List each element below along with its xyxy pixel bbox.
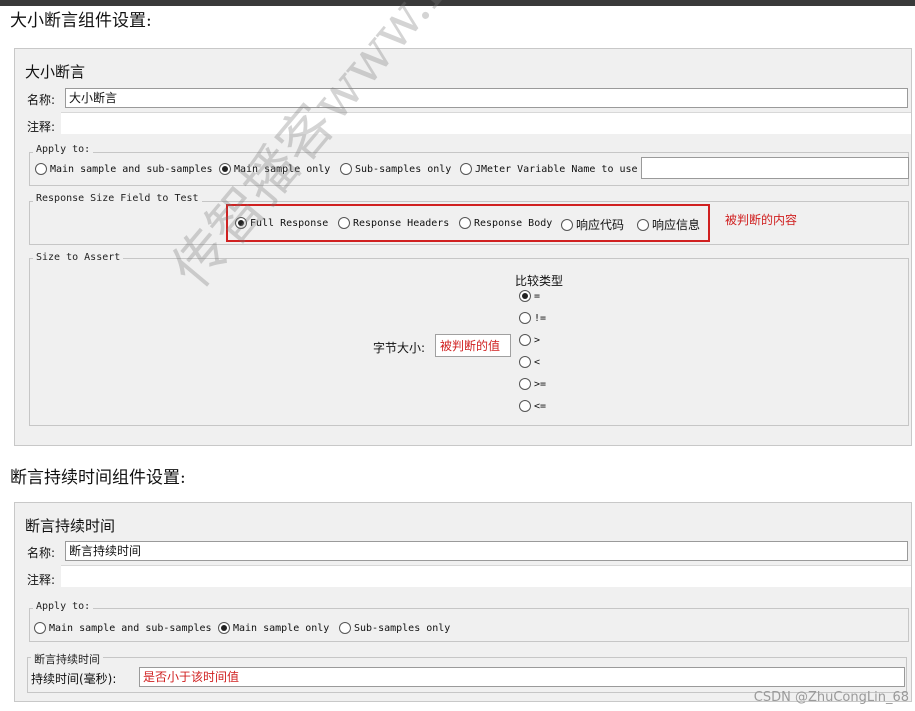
credit-text: CSDN @ZhuCongLin_68 xyxy=(753,690,909,705)
duration-legend: 断言持续时间 xyxy=(31,651,103,667)
radio-label: Main sample only xyxy=(233,622,330,634)
comment-input[interactable] xyxy=(61,112,911,134)
radio-checked-icon xyxy=(235,217,247,229)
compare-lt-radio[interactable]: < xyxy=(519,356,540,368)
duration-assertion-panel: 断言持续时间 名称: 断言持续时间 注释: Apply to: Main sam… xyxy=(14,502,912,702)
radio-label: Main sample and sub-samples xyxy=(49,622,212,634)
compare-gt-radio[interactable]: > xyxy=(519,334,540,346)
radio-icon xyxy=(35,163,47,175)
response-message-radio[interactable]: 响应信息 xyxy=(637,216,700,233)
response-headers-radio[interactable]: Response Headers xyxy=(338,217,449,229)
radio-label: <= xyxy=(534,400,547,412)
compare-eq-radio[interactable]: = xyxy=(519,290,540,302)
jmeter-variable-input[interactable] xyxy=(641,157,909,179)
radio-label: Sub-samples only xyxy=(354,622,451,634)
section1-heading: 大小断言组件设置: xyxy=(10,11,152,31)
size-assertion-panel: 大小断言 名称: 大小断言 注释: Apply to: Main sample … xyxy=(14,48,912,446)
radio-label: Full Response xyxy=(250,217,329,229)
compare-ge-radio[interactable]: >= xyxy=(519,378,546,390)
apply-sub-only-radio[interactable]: Sub-samples only xyxy=(339,622,450,634)
section2-heading: 断言持续时间组件设置: xyxy=(10,468,186,488)
radio-label: 响应代码 xyxy=(576,218,625,232)
radio-label: != xyxy=(534,312,547,324)
radio-icon xyxy=(519,334,531,346)
radio-label: Response Body xyxy=(474,217,553,229)
radio-label: JMeter Variable Name to use xyxy=(475,163,638,175)
compare-type-title: 比较类型 xyxy=(515,274,564,288)
apply-to-legend: Apply to: xyxy=(33,144,94,155)
duration-input[interactable]: 是否小于该时间值 xyxy=(139,667,905,687)
radio-icon xyxy=(561,218,573,231)
radio-icon xyxy=(519,312,531,324)
radio-icon xyxy=(460,163,472,175)
radio-icon xyxy=(519,378,531,390)
apply-main-only-radio[interactable]: Main sample only xyxy=(218,622,329,634)
apply-sub-only-radio[interactable]: Sub-samples only xyxy=(340,163,451,175)
size-to-assert-legend: Size to Assert xyxy=(33,252,124,263)
response-code-radio[interactable]: 响应代码 xyxy=(561,216,624,233)
radio-label: Main sample and sub-samples xyxy=(50,163,213,175)
response-field-annotation: 被判断的内容 xyxy=(725,213,798,227)
comment-input[interactable] xyxy=(61,565,911,587)
comment-label: 注释: xyxy=(27,120,56,134)
apply-main-and-sub-radio[interactable]: Main sample and sub-samples xyxy=(34,622,212,634)
duration-label: 持续时间(毫秒): xyxy=(31,672,117,686)
radio-label: > xyxy=(534,334,541,346)
radio-checked-icon xyxy=(519,290,531,302)
radio-label: = xyxy=(534,290,541,302)
radio-checked-icon xyxy=(218,622,230,634)
radio-label: 响应信息 xyxy=(652,218,701,232)
radio-icon xyxy=(519,356,531,368)
radio-checked-icon xyxy=(219,163,231,175)
radio-icon xyxy=(519,400,531,412)
response-field-legend: Response Size Field to Test xyxy=(33,193,202,204)
apply-to-legend: Apply to: xyxy=(33,601,94,612)
radio-label: Main sample only xyxy=(234,163,331,175)
comment-label: 注释: xyxy=(27,573,56,587)
apply-jmeter-variable-radio[interactable]: JMeter Variable Name to use xyxy=(460,163,638,175)
compare-ne-radio[interactable]: != xyxy=(519,312,546,324)
panel-title: 大小断言 xyxy=(25,63,86,81)
response-body-radio[interactable]: Response Body xyxy=(459,217,552,229)
duration-value: 是否小于该时间值 xyxy=(143,670,240,684)
radio-icon xyxy=(34,622,46,634)
radio-icon xyxy=(637,218,649,231)
compare-le-radio[interactable]: <= xyxy=(519,400,546,412)
apply-main-and-sub-radio[interactable]: Main sample and sub-samples xyxy=(35,163,213,175)
name-input[interactable]: 断言持续时间 xyxy=(65,541,908,561)
radio-label: >= xyxy=(534,378,547,390)
size-label: 字节大小: xyxy=(373,341,426,355)
name-input[interactable]: 大小断言 xyxy=(65,88,908,108)
radio-icon xyxy=(339,622,351,634)
size-value-input[interactable]: 被判断的值 xyxy=(435,334,511,357)
panel-title: 断言持续时间 xyxy=(25,517,116,535)
apply-main-only-radio[interactable]: Main sample only xyxy=(219,163,330,175)
radio-icon xyxy=(340,163,352,175)
name-label: 名称: xyxy=(27,546,56,560)
radio-icon xyxy=(459,217,471,229)
radio-label: Sub-samples only xyxy=(355,163,452,175)
name-label: 名称: xyxy=(27,93,56,107)
radio-icon xyxy=(338,217,350,229)
radio-label: < xyxy=(534,356,541,368)
full-response-radio[interactable]: Full Response xyxy=(235,217,328,229)
radio-label: Response Headers xyxy=(353,217,450,229)
